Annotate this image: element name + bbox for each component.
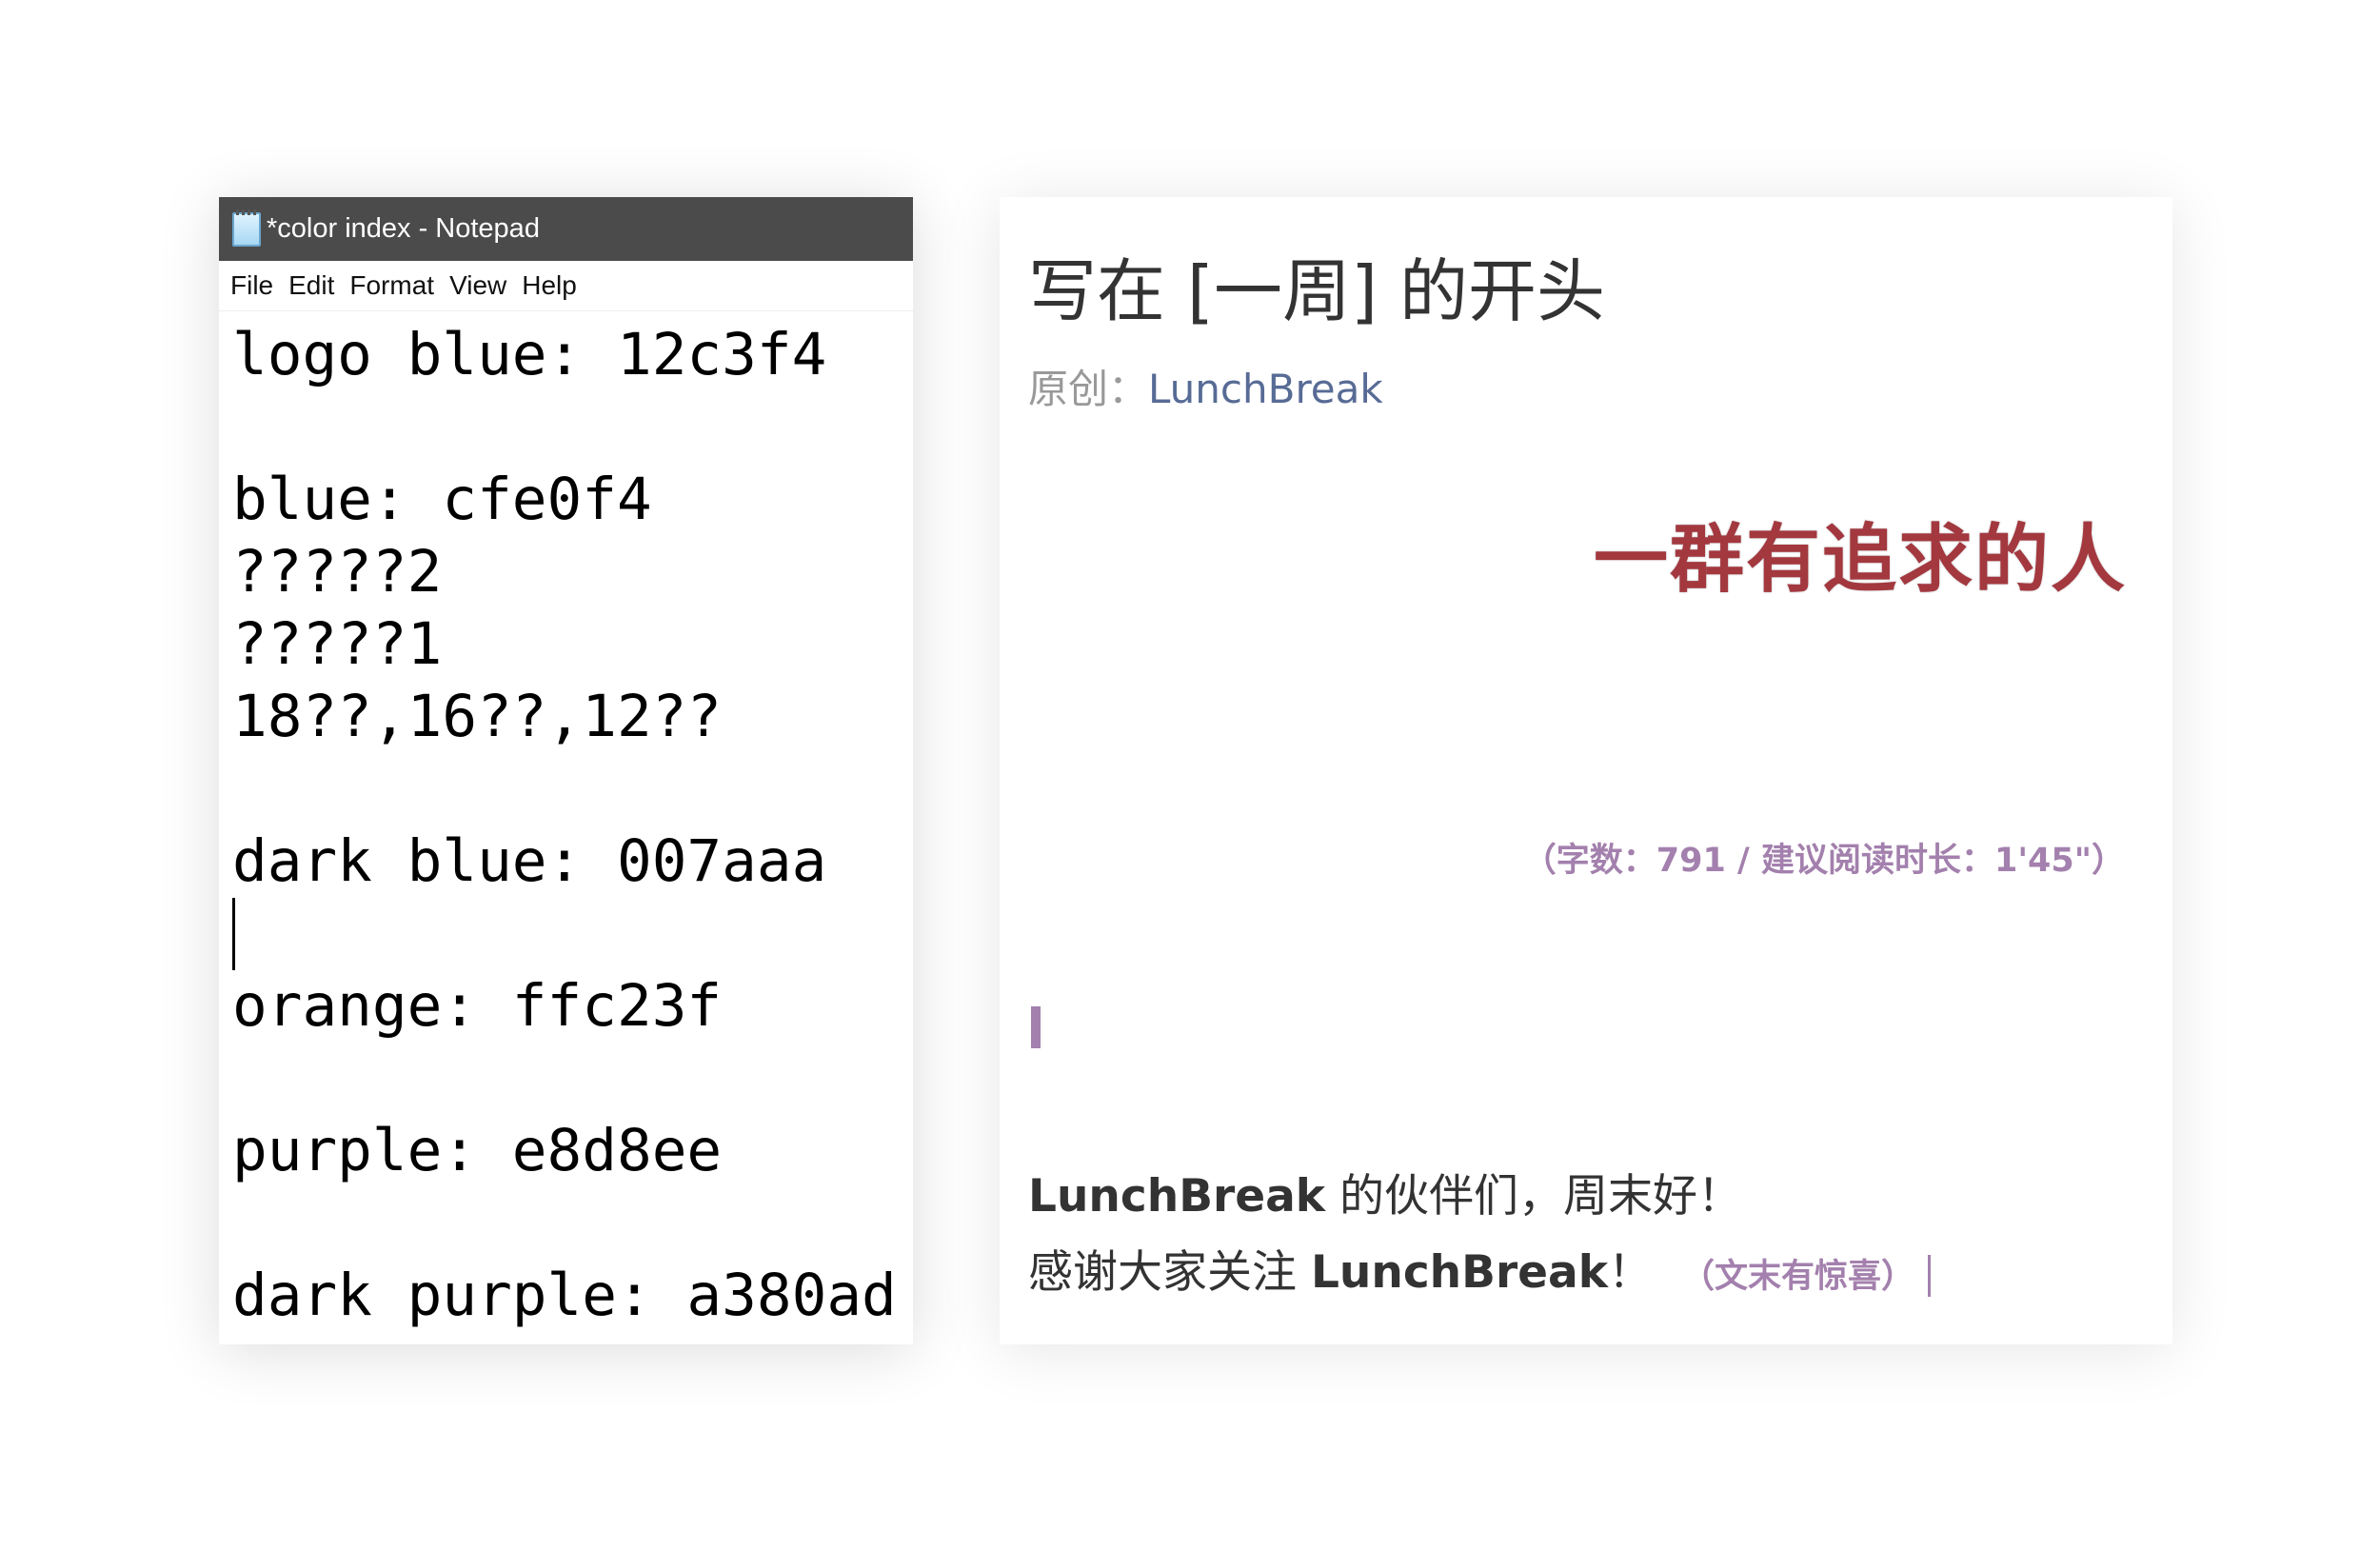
brand-name: LunchBreak: [1310, 1246, 1608, 1299]
editor-line: dark purple: a380ad: [232, 1262, 897, 1329]
notepad-icon: [232, 209, 261, 247]
editor-line: blue: cfe0f4: [232, 466, 652, 533]
banner-image-text: 一群有追求的人: [1593, 517, 2127, 603]
text-caret: [1928, 1254, 1932, 1297]
surprise-note: （文末有惊喜）: [1681, 1258, 1915, 1296]
editor-line: orange: ffc23f: [232, 972, 723, 1040]
menu-edit[interactable]: Edit: [281, 270, 342, 301]
menu-help[interactable]: Help: [514, 270, 585, 301]
article-byline: 原创：LunchBreak: [1028, 357, 1383, 415]
editor-line-caret: [232, 898, 900, 970]
editor-line: logo blue: 12c3f4: [232, 321, 827, 388]
article-title: 写在 [一周] 的开头: [1028, 251, 1605, 331]
menu-view[interactable]: View: [442, 270, 514, 301]
thanks-suffix: ！: [1608, 1246, 1653, 1299]
editor-line: purple: e8d8ee: [232, 1117, 723, 1184]
thanks-paragraph: 感谢大家关注 LunchBreak！ （文末有惊喜）: [1028, 1235, 1932, 1301]
article-card: 写在 [一周] 的开头 原创：LunchBreak 一群有追求的人 （字数：79…: [1000, 197, 2172, 1344]
window-title: *color index - Notepad: [267, 213, 540, 244]
byline-prefix: 原创：: [1028, 366, 1149, 412]
greeting-text: 的伙伴们，周末好！: [1325, 1170, 1742, 1223]
editor-line: 18??,16??,12??: [232, 683, 723, 750]
author-link[interactable]: LunchBreak: [1148, 366, 1383, 412]
text-caret: [232, 898, 235, 970]
word-count-note: （字数：791 / 建议阅读时长：1'45"）: [1522, 842, 2125, 880]
thanks-prefix: 感谢大家关注: [1028, 1246, 1311, 1299]
accent-bar: [1031, 1006, 1041, 1048]
brand-name: LunchBreak: [1028, 1170, 1326, 1223]
editor-line: ?????1: [232, 610, 443, 678]
menu-file[interactable]: File: [223, 270, 281, 301]
editor-line: dark blue: 007aaa: [232, 827, 827, 895]
menu-bar: File Edit Format View Help: [219, 261, 913, 311]
text-editor[interactable]: logo blue: 12c3f4 blue: cfe0f4 ?????2 ??…: [219, 311, 913, 1332]
greeting-paragraph: LunchBreak 的伙伴们，周末好！: [1028, 1159, 1742, 1224]
menu-format[interactable]: Format: [342, 270, 442, 301]
editor-line: ?????2: [232, 538, 443, 606]
notepad-titlebar[interactable]: *color index - Notepad: [219, 197, 913, 261]
notepad-window: *color index - Notepad File Edit Format …: [219, 197, 913, 1344]
